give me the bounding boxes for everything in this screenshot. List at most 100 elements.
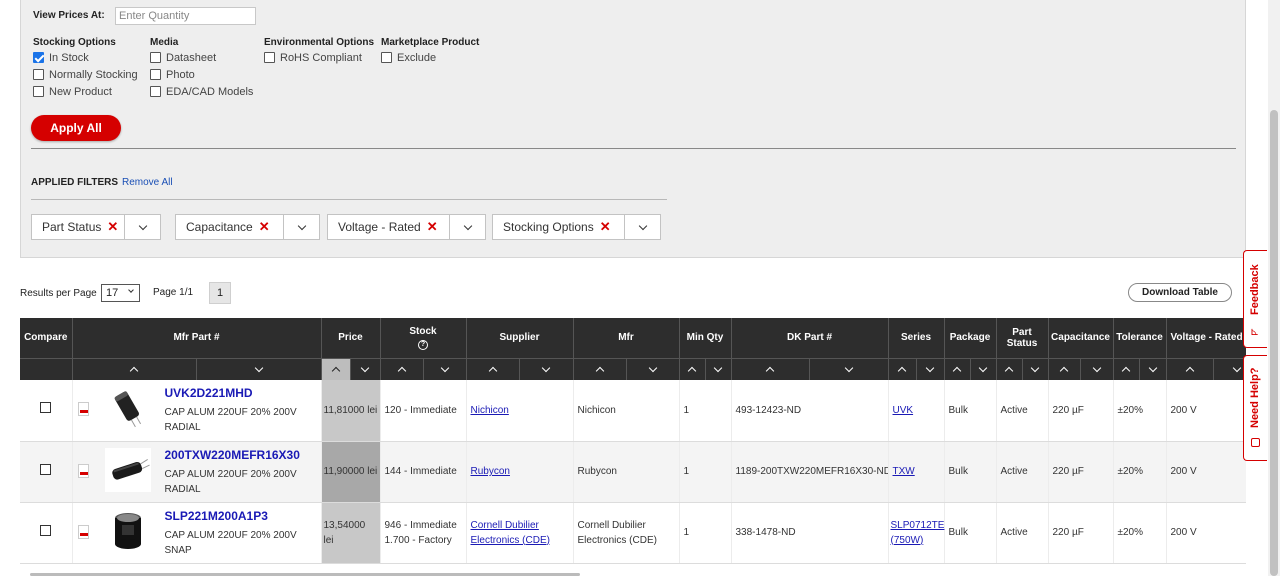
pdf-icon[interactable] xyxy=(77,402,89,417)
sort-desc-button[interactable] xyxy=(196,358,321,380)
sort-desc-button[interactable] xyxy=(969,358,996,380)
x-icon[interactable]: ✕ xyxy=(107,219,118,235)
option-photo[interactable]: Photo xyxy=(150,66,253,83)
question-circle-icon[interactable]: ? xyxy=(418,339,428,350)
col-min-qty: Min Qty xyxy=(679,318,732,358)
product-image[interactable] xyxy=(104,447,151,492)
download-table-button[interactable]: Download Table xyxy=(1128,283,1232,302)
feedback-tab[interactable]: Feedback ⊾ xyxy=(1243,250,1267,348)
sort-asc-button[interactable] xyxy=(680,359,705,380)
apply-all-button[interactable]: Apply All xyxy=(31,115,121,141)
col-stock: Stock? xyxy=(380,318,467,358)
sort-asc-button[interactable] xyxy=(574,359,626,380)
sort-desc-button[interactable] xyxy=(519,358,573,380)
scrollbar-thumb[interactable] xyxy=(1270,110,1278,576)
chevron-up-icon xyxy=(1004,366,1014,375)
x-icon[interactable]: ✕ xyxy=(427,219,438,235)
sort-asc-button[interactable] xyxy=(1114,359,1140,380)
sort-cell xyxy=(888,357,945,380)
product-image[interactable] xyxy=(105,509,151,553)
quantity-input[interactable] xyxy=(115,7,256,25)
supplier-cell: Nichicon xyxy=(466,380,574,442)
group-title: Environmental Options xyxy=(264,37,375,48)
sort-asc-button[interactable] xyxy=(321,358,350,380)
supplier-link[interactable]: Nichicon xyxy=(471,405,509,416)
checkbox[interactable] xyxy=(33,69,44,80)
chip-dropdown[interactable] xyxy=(283,215,319,239)
chevron-up-icon xyxy=(130,366,139,375)
group-title: Marketplace Product xyxy=(381,37,480,48)
mfr-part-link[interactable]: 200TXW220MEFR16X30 xyxy=(165,448,300,463)
status-cell: Active xyxy=(996,441,1049,503)
chevron-down-icon xyxy=(254,363,263,372)
supplier-link[interactable]: Cornell Dubilier Electronics (CDE) xyxy=(471,520,550,546)
sort-desc-button[interactable] xyxy=(1021,358,1048,380)
help-tab[interactable]: Need Help? xyxy=(1243,355,1267,461)
option-datasheet[interactable]: Datasheet xyxy=(150,49,253,66)
sort-asc-button[interactable] xyxy=(467,359,520,380)
compare-checkbox[interactable] xyxy=(40,524,52,536)
option-normally-stocking[interactable]: Normally Stocking xyxy=(33,66,138,83)
series-link[interactable]: UVK xyxy=(893,405,914,416)
compare-checkbox[interactable] xyxy=(40,402,52,414)
series-link[interactable]: TXW xyxy=(893,466,915,477)
pdf-icon[interactable] xyxy=(77,463,89,478)
chip-stocking-options: Stocking Options ✕ xyxy=(492,214,661,240)
group-title: Media xyxy=(150,37,179,48)
sort-desc-button[interactable] xyxy=(704,358,731,380)
sort-desc-button[interactable] xyxy=(422,358,466,380)
sort-desc-button[interactable] xyxy=(625,358,679,380)
option-new-product[interactable]: New Product xyxy=(33,83,138,100)
vertical-scrollbar[interactable] xyxy=(1268,0,1280,576)
remove-all-link[interactable]: Remove All xyxy=(122,177,173,188)
sort-asc-button[interactable] xyxy=(1049,359,1081,380)
pdf-icon[interactable] xyxy=(77,524,89,539)
sort-asc-button[interactable] xyxy=(381,359,423,380)
sort-desc-button[interactable] xyxy=(809,358,888,380)
series-link[interactable]: SLP0712TE (750W) xyxy=(891,520,945,546)
chip-dropdown[interactable] xyxy=(124,215,160,239)
sort-desc-button[interactable] xyxy=(1139,358,1166,380)
checkbox[interactable] xyxy=(150,86,161,97)
checkbox[interactable] xyxy=(381,52,392,63)
sort-asc-button[interactable] xyxy=(732,359,810,380)
chip-dropdown[interactable] xyxy=(449,215,485,239)
sort-desc-button[interactable] xyxy=(1080,358,1113,380)
option-eda-cad[interactable]: EDA/CAD Models xyxy=(150,83,253,100)
stock-cell: 120 - Immediate xyxy=(380,380,467,442)
mfr-cell: Nichicon xyxy=(573,380,680,442)
results-per-page-select[interactable]: 17 xyxy=(101,284,140,302)
sort-desc-button[interactable] xyxy=(350,358,380,380)
sort-desc-button[interactable] xyxy=(915,358,944,380)
sort-asc-button[interactable] xyxy=(1167,359,1213,380)
x-icon[interactable]: ✕ xyxy=(600,219,611,235)
checkbox[interactable] xyxy=(150,69,161,80)
checkbox[interactable] xyxy=(33,86,44,97)
checkbox[interactable] xyxy=(150,52,161,63)
sort-asc-button[interactable] xyxy=(997,359,1022,380)
option-in-stock[interactable]: In Stock xyxy=(33,49,138,66)
x-icon[interactable]: ✕ xyxy=(259,219,270,235)
dk-part-cell: 1189-200TXW220MEFR16X30-ND xyxy=(731,441,889,503)
col-part-status: Part Status xyxy=(996,318,1049,358)
sort-asc-button[interactable] xyxy=(945,359,970,380)
checkbox[interactable] xyxy=(33,52,44,63)
page-button[interactable]: 1 xyxy=(209,282,231,304)
sort-asc-button[interactable] xyxy=(889,359,916,380)
mfr-part-link[interactable]: SLP221M200A1P3 xyxy=(165,509,268,524)
mfr-part-cell: 200TXW220MEFR16X30 CAP ALUM 220UF 20% 20… xyxy=(72,441,322,503)
option-exclude[interactable]: Exclude xyxy=(381,49,479,66)
chip-dropdown[interactable] xyxy=(624,215,660,239)
sort-asc-button[interactable] xyxy=(73,359,197,380)
help-label: Need Help? xyxy=(1249,367,1261,428)
supplier-link[interactable]: Rubycon xyxy=(471,466,510,477)
product-image[interactable] xyxy=(105,386,151,430)
checkbox[interactable] xyxy=(264,52,275,63)
sort-cell xyxy=(321,357,381,380)
sort-desc-button[interactable] xyxy=(1212,358,1247,380)
compare-checkbox[interactable] xyxy=(40,463,52,475)
mfr-part-link[interactable]: UVK2D221MHD xyxy=(165,386,253,401)
option-rohs[interactable]: RoHS Compliant xyxy=(264,49,374,66)
sort-cell xyxy=(573,357,680,380)
table-row: 200TXW220MEFR16X30 CAP ALUM 220UF 20% 20… xyxy=(20,441,1246,503)
